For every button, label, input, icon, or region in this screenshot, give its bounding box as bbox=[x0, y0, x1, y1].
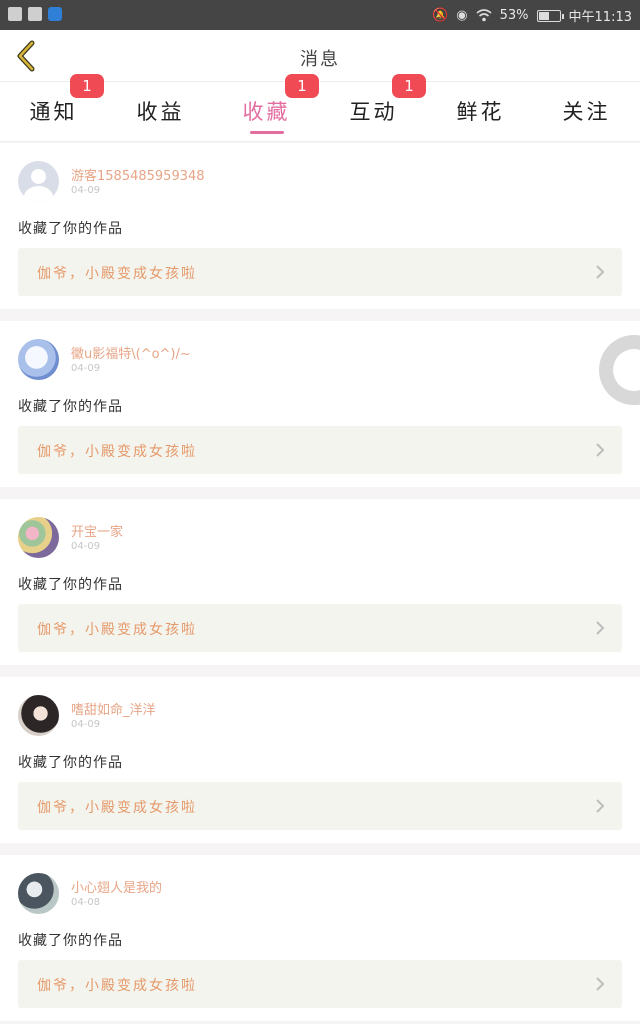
work-title: 伽爷，小殿变成女孩啦 bbox=[37, 800, 197, 816]
tab-label: 鲜花 bbox=[456, 100, 505, 124]
wifi-icon bbox=[476, 9, 492, 22]
message-text: 收藏了你的作品 bbox=[18, 399, 123, 415]
chevron-right-icon bbox=[596, 443, 605, 457]
page-title: 消息 bbox=[300, 49, 340, 70]
android-icon bbox=[28, 7, 42, 21]
avatar[interactable] bbox=[18, 873, 59, 914]
avatar[interactable] bbox=[18, 695, 59, 736]
eye-icon: ◉ bbox=[456, 8, 468, 23]
work-link[interactable]: 伽爷，小殿变成女孩啦 bbox=[18, 248, 622, 296]
status-bar: 🔕 ◉ 53% 中午11:13 bbox=[0, 0, 640, 30]
tab-bar: 通知 1 收益 收藏 1 互动 1 鲜花 关注 bbox=[0, 74, 640, 142]
clock: 中午11:13 bbox=[568, 10, 632, 25]
active-tab-indicator bbox=[250, 131, 284, 134]
work-link[interactable]: 伽爷，小殿变成女孩啦 bbox=[18, 960, 622, 1008]
message-date: 04-09 bbox=[71, 541, 101, 552]
message-date: 04-09 bbox=[71, 185, 101, 196]
avatar[interactable] bbox=[18, 161, 59, 202]
app-icon bbox=[48, 7, 62, 21]
mute-icon: 🔕 bbox=[432, 8, 449, 23]
battery-percent: 53% bbox=[499, 8, 529, 23]
work-title: 伽爷，小殿变成女孩啦 bbox=[37, 444, 197, 460]
chevron-right-icon bbox=[596, 265, 605, 279]
message-text: 收藏了你的作品 bbox=[18, 577, 123, 593]
message-card: 开宝一家 04-09 收藏了你的作品 伽爷，小殿变成女孩啦 bbox=[0, 499, 640, 665]
unread-badge: 1 bbox=[70, 74, 104, 98]
message-card: 嗜甜如命_洋洋 04-09 收藏了你的作品 伽爷，小殿变成女孩啦 bbox=[0, 677, 640, 843]
tab-favorites[interactable]: 收藏 1 bbox=[213, 74, 320, 142]
message-text: 收藏了你的作品 bbox=[18, 933, 123, 949]
battery-icon bbox=[536, 9, 564, 22]
work-link[interactable]: 伽爷，小殿变成女孩啦 bbox=[18, 426, 622, 474]
unread-badge: 1 bbox=[392, 74, 426, 98]
message-text: 收藏了你的作品 bbox=[18, 755, 123, 771]
message-date: 04-09 bbox=[71, 719, 101, 730]
system-icons: 🔕 ◉ 53% 中午11:13 bbox=[432, 6, 632, 25]
message-card: 黴u影福特\(^o^)/~ 04-09 收藏了你的作品 伽爷，小殿变成女孩啦 bbox=[0, 321, 640, 487]
tab-interactions[interactable]: 互动 1 bbox=[320, 74, 427, 142]
work-title: 伽爷，小殿变成女孩啦 bbox=[37, 978, 197, 994]
android-icon bbox=[8, 7, 22, 21]
tab-label: 关注 bbox=[562, 100, 611, 124]
tab-notifications[interactable]: 通知 1 bbox=[0, 74, 107, 142]
tab-following[interactable]: 关注 bbox=[533, 82, 640, 142]
work-link[interactable]: 伽爷，小殿变成女孩啦 bbox=[18, 782, 622, 830]
message-card: 小心翅人是我的 04-08 收藏了你的作品 伽爷，小殿变成女孩啦 bbox=[0, 855, 640, 1021]
username[interactable]: 游客1585485959348 bbox=[71, 165, 205, 184]
username[interactable]: 黴u影福特\(^o^)/~ bbox=[71, 343, 191, 362]
chevron-right-icon bbox=[596, 799, 605, 813]
tab-flowers[interactable]: 鲜花 bbox=[427, 82, 534, 142]
tab-label: 收藏 bbox=[242, 100, 291, 124]
avatar[interactable] bbox=[18, 517, 59, 558]
work-title: 伽爷，小殿变成女孩啦 bbox=[37, 622, 197, 638]
tab-earnings[interactable]: 收益 bbox=[107, 82, 214, 142]
notification-icons bbox=[8, 7, 62, 21]
chevron-right-icon bbox=[596, 977, 605, 991]
tab-label: 通知 bbox=[29, 100, 78, 124]
work-link[interactable]: 伽爷，小殿变成女孩啦 bbox=[18, 604, 622, 652]
username[interactable]: 开宝一家 bbox=[71, 521, 123, 540]
work-title: 伽爷，小殿变成女孩啦 bbox=[37, 266, 197, 282]
message-date: 04-09 bbox=[71, 363, 101, 374]
message-date: 04-08 bbox=[71, 897, 101, 908]
message-text: 收藏了你的作品 bbox=[18, 221, 123, 237]
unread-badge: 1 bbox=[285, 74, 319, 98]
tab-label: 互动 bbox=[349, 100, 398, 124]
chevron-right-icon bbox=[596, 621, 605, 635]
username[interactable]: 嗜甜如命_洋洋 bbox=[71, 699, 156, 718]
tab-label: 收益 bbox=[136, 100, 185, 124]
message-card: 游客1585485959348 04-09 收藏了你的作品 伽爷，小殿变成女孩啦 bbox=[0, 143, 640, 309]
username[interactable]: 小心翅人是我的 bbox=[71, 877, 162, 896]
avatar[interactable] bbox=[18, 339, 59, 380]
